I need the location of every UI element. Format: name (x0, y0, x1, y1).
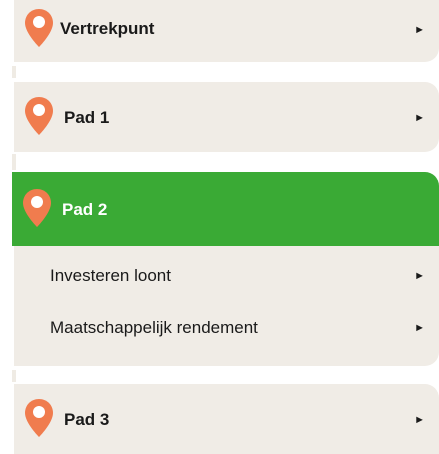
rail-accent (12, 370, 16, 382)
subitem-label: Investeren loont (50, 266, 171, 285)
map-pin-icon (25, 9, 53, 47)
nav-item-pad-1[interactable]: Pad 1 ► (14, 82, 439, 152)
map-pin-icon (23, 189, 51, 227)
subitem-investeren-loont[interactable]: Investeren loont ► (50, 266, 425, 286)
subitem-maatschappelijk-rendement[interactable]: Maatschappelijk rendement ► (50, 318, 425, 338)
map-pin-icon (25, 97, 53, 135)
nav-item-label: Pad 1 (64, 108, 110, 127)
chevron-right-icon: ► (414, 112, 425, 124)
submenu-pad-2: Investeren loont ► Maatschappelijk rende… (14, 246, 439, 366)
map-pin-icon (25, 399, 53, 437)
rail-accent (12, 154, 16, 170)
chevron-right-icon: ► (414, 270, 425, 282)
chevron-right-icon: ► (414, 322, 425, 334)
nav-item-label: Vertrekpunt (60, 19, 155, 38)
subitem-label: Maatschappelijk rendement (50, 318, 258, 337)
chevron-right-icon: ► (414, 414, 425, 426)
rail-accent (12, 66, 16, 78)
nav-item-pad-3[interactable]: Pad 3 ► (14, 384, 439, 454)
nav-item-label: Pad 2 (62, 200, 108, 219)
chevron-right-icon: ► (414, 24, 425, 36)
nav-item-pad-2[interactable]: Pad 2 (12, 172, 439, 246)
nav-item-label: Pad 3 (64, 410, 110, 429)
nav-item-vertrekpunt[interactable]: Vertrekpunt ► (14, 0, 439, 62)
